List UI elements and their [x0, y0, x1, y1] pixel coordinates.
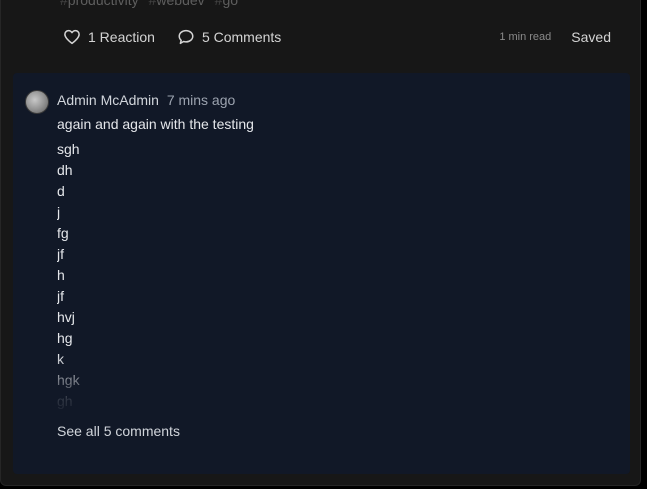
comment-author[interactable]: Admin McAdmin: [57, 92, 159, 108]
reaction-count-label: 1 Reaction: [88, 29, 155, 45]
comment-line: hg: [57, 330, 73, 346]
tag-link[interactable]: #go: [215, 0, 238, 8]
avatar[interactable]: [25, 90, 49, 114]
tag-link[interactable]: #productivity: [60, 0, 139, 8]
comment-line: d: [57, 183, 65, 199]
saved-button[interactable]: Saved: [571, 29, 611, 45]
comment-line: h: [57, 267, 65, 283]
comment-line: fg: [57, 225, 69, 241]
comment-line: sgh: [57, 141, 80, 157]
comment-line: jf: [57, 288, 64, 304]
heart-icon: [64, 29, 80, 45]
comment-line: j: [57, 204, 61, 220]
comment-time[interactable]: 7 mins ago: [167, 92, 235, 108]
reaction-button[interactable]: 1 Reaction: [63, 28, 155, 46]
see-all-comments-link[interactable]: See all 5 comments: [57, 423, 180, 439]
tag-link[interactable]: #webdev: [149, 0, 205, 8]
comment-line: dh: [57, 162, 73, 178]
post-actions: 1 Reaction 5 Comments 1 min read Saved: [63, 26, 611, 48]
comment-count-label: 5 Comments: [201, 29, 282, 45]
comment-line: jf: [57, 246, 64, 262]
comment-line: hvj: [57, 309, 75, 325]
comment-icon: [178, 29, 194, 45]
read-time: 1 min read: [499, 31, 552, 43]
comments-section: Admin McAdmin 7 mins ago again and again…: [13, 73, 630, 474]
tag-list: #productivity #webdev #go: [60, 0, 238, 8]
comment-title: again and again with the testing: [57, 116, 254, 132]
comments-button[interactable]: 5 Comments: [177, 28, 281, 46]
truncation-fade: [57, 353, 597, 419]
comment-header: Admin McAdmin 7 mins ago: [57, 92, 235, 108]
post-card: #productivity #webdev #go 1 Reaction 5 C…: [0, 0, 641, 486]
